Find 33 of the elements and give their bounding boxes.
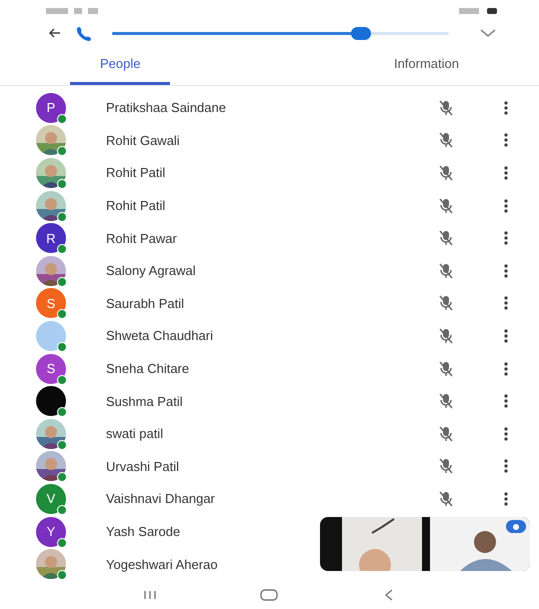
avatar: P (36, 92, 66, 123)
avatar: V (36, 484, 66, 514)
online-dot (57, 570, 67, 580)
participant-name: Shweta Chaudhari (106, 328, 214, 344)
participant-name: Rohit Patil (106, 165, 166, 180)
participant-name: Sushma Patil (106, 394, 184, 409)
participant-name: Rohit Gawali (106, 132, 181, 148)
phone-icon (76, 25, 92, 42)
participant-name: Sneha Chitare (106, 361, 190, 376)
battery-icon (459, 7, 499, 16)
participant-name: Rohit Patil (106, 198, 166, 214)
online-dot (57, 146, 67, 156)
online-dot (57, 309, 67, 320)
participant-name: Yogeshwari Aherao (106, 556, 219, 572)
tab[interactable]: People (70, 44, 170, 84)
avatar: S (36, 288, 66, 318)
online-dot (57, 472, 67, 482)
online-dot (57, 407, 67, 418)
online-dot (57, 244, 67, 254)
participant-name: Yash Sarode (106, 524, 182, 540)
avatar: S (36, 354, 66, 384)
participant-name: Pratikshaa Saindane (106, 100, 227, 116)
participant-name: Vaishnavi Dhangar (106, 491, 216, 506)
participant-name: Salony Agrawal (106, 263, 197, 278)
avatar: R (36, 223, 66, 254)
participant-name: Urvashi Patil (106, 458, 180, 474)
tab[interactable]: Information (364, 44, 489, 84)
participant-name: swati patil (106, 426, 164, 442)
participant-name: Rohit Pawar (106, 230, 178, 246)
avatar: Y (36, 516, 66, 547)
pin-icon (506, 520, 526, 533)
participant-name: Saurabh Patil (106, 296, 186, 311)
slider-thumb[interactable] (351, 26, 372, 40)
